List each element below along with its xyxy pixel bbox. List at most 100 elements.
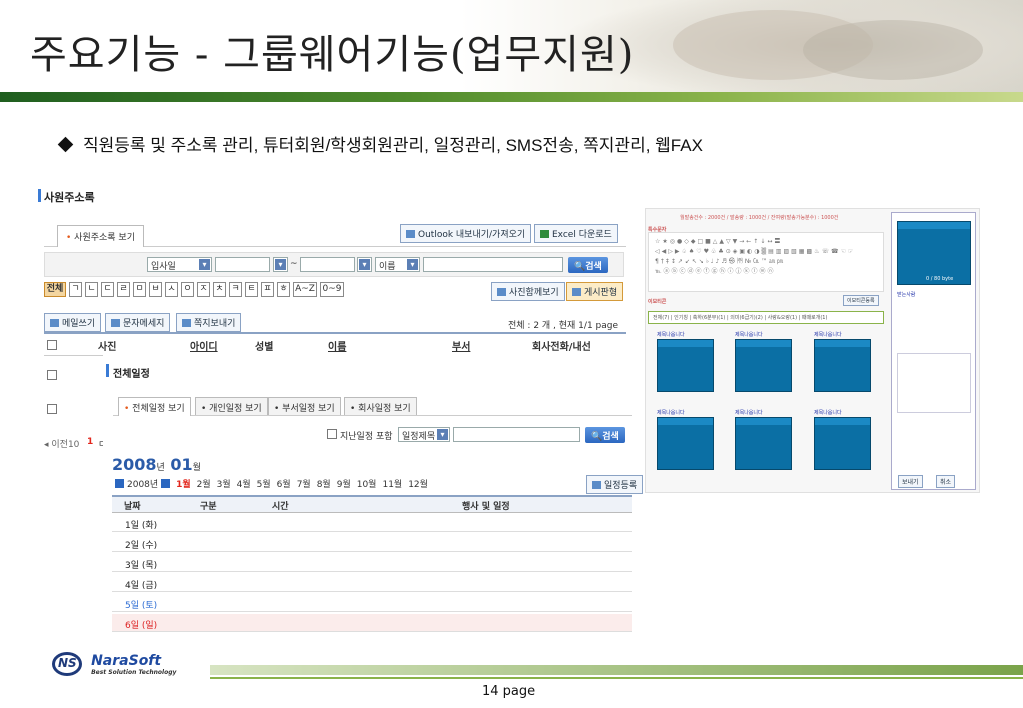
search-input[interactable] <box>423 257 563 272</box>
logo-tagline: Best Solution Technology <box>91 668 177 676</box>
schedule-row[interactable]: 3일 (목) <box>112 554 632 572</box>
bullet-text: 직원등록 및 주소록 관리, 튜터회원/학생회원관리, 일정관리, SMS전송,… <box>83 136 703 155</box>
register-schedule-button[interactable]: 일정등록 <box>586 475 644 494</box>
row-checkbox[interactable] <box>47 404 57 414</box>
month-link[interactable]: 1월 <box>176 480 191 490</box>
schedule-row[interactable]: 6일 (일) <box>112 614 632 632</box>
footer-underline <box>210 677 1023 679</box>
month-link[interactable]: 7월 <box>297 480 311 490</box>
schedule-search-button[interactable]: 🔍검색 <box>585 427 625 443</box>
send-button[interactable]: 보내기 <box>898 475 923 488</box>
col-id[interactable]: 아이디 <box>190 338 218 353</box>
month-link[interactable]: 3월 <box>217 480 231 490</box>
prev-year-icon[interactable] <box>115 479 124 488</box>
consonant-button[interactable]: ㅅ <box>165 282 178 297</box>
month-link[interactable]: 6월 <box>277 480 291 490</box>
consonant-button[interactable]: ㅎ <box>277 282 290 297</box>
schedule-row[interactable]: 2일 (수) <box>112 534 632 552</box>
consonant-button[interactable]: 전체 <box>44 282 66 297</box>
recipient-list[interactable] <box>897 353 971 413</box>
consonant-button[interactable]: ㄷ <box>101 282 114 297</box>
special-char-grid[interactable]: ☆★◎●◇◆□■△▲▽▼→←↑↓↔〓◁◀▷▶♤♠♡♥♧♣⊙◈▣◐◑▒▤▥▨▧▦▩… <box>648 232 884 292</box>
emoticon-register-button[interactable]: 이모티콘등록 <box>843 295 879 306</box>
consonant-button[interactable]: ㅈ <box>197 282 210 297</box>
consonant-button[interactable]: ㅍ <box>261 282 274 297</box>
end-date-picker[interactable] <box>357 257 372 272</box>
tab-dept-schedule[interactable]: • 부서일정 보기 <box>268 397 341 415</box>
message-preview[interactable] <box>814 417 871 470</box>
schedule-row[interactable]: 4일 (금) <box>112 574 632 592</box>
col-gender: 성별 <box>255 342 274 353</box>
send-note-button[interactable]: 쪽지보내기 <box>176 313 242 332</box>
consonant-button[interactable]: ㄹ <box>117 282 130 297</box>
select-all-checkbox[interactable] <box>47 340 57 350</box>
col-event: 행사 및 일정 <box>462 502 510 512</box>
photo-view-button[interactable]: 사진함께보기 <box>491 282 565 301</box>
schedule-date: 1일 (화) <box>125 521 158 531</box>
col-dept[interactable]: 부서 <box>452 338 470 353</box>
consonant-button[interactable]: ㄱ <box>69 282 82 297</box>
month-link[interactable]: 4월 <box>237 480 251 490</box>
month-link[interactable]: 5월 <box>257 480 271 490</box>
consonant-button[interactable]: ㅇ <box>181 282 194 297</box>
emoticon-label: 이모티콘 <box>648 299 667 305</box>
date-type-select[interactable]: 입사일 <box>147 257 212 272</box>
tab-personal-schedule[interactable]: • 개인일정 보기 <box>195 397 268 415</box>
schedule-row[interactable]: 5일 (토) <box>112 594 632 612</box>
past-schedule-checkbox[interactable] <box>327 429 337 439</box>
month-link[interactable]: 9월 <box>337 480 351 490</box>
consonant-button[interactable]: 0~9 <box>320 282 344 297</box>
board-view-button[interactable]: 게시판형 <box>566 282 624 301</box>
message-preview[interactable] <box>735 339 792 392</box>
search-field-select[interactable]: 이름 <box>375 257 420 272</box>
message-title: 제목나옵니다 <box>814 332 842 338</box>
tilde-label: ~ <box>290 259 298 269</box>
excel-download-button[interactable]: Excel 다운로드 <box>534 224 618 243</box>
message-title: 제목나옵니다 <box>814 410 842 416</box>
cancel-button[interactable]: 취소 <box>936 475 956 488</box>
narasoft-logo: NaraSoftBest Solution Technology <box>52 652 176 676</box>
consonant-button[interactable]: ㅁ <box>133 282 146 297</box>
schedule-row[interactable]: 1일 (화) <box>112 514 632 532</box>
consonant-button[interactable]: ㅊ <box>213 282 226 297</box>
start-date-input[interactable] <box>215 257 270 272</box>
next-year-icon[interactable] <box>161 479 171 488</box>
consonant-button[interactable]: ㄴ <box>85 282 98 297</box>
tab-address-book[interactable]: • 사원주소록 보기 <box>57 225 144 247</box>
schedule-filter-select[interactable]: 일정제목 <box>398 427 450 442</box>
emoticon-categories[interactable]: 전체(7) | 인기칭 | 축하(6분부)(1) | 의미(6급기)(2) | … <box>648 311 884 324</box>
month-link[interactable]: 10월 <box>357 480 377 490</box>
row-checkbox[interactable] <box>47 370 57 380</box>
tab-company-schedule[interactable]: • 회사일정 보기 <box>344 397 417 415</box>
sms-button[interactable]: 문자메세지 <box>105 313 171 332</box>
consonant-button[interactable]: ㅋ <box>229 282 242 297</box>
outlook-export-button[interactable]: Outlook 내보내기/가져오기 <box>400 224 532 243</box>
tab-all-schedule[interactable]: • 전체일정 보기 <box>118 397 191 416</box>
search-button[interactable]: 🔍검색 <box>568 257 608 273</box>
message-preview[interactable] <box>814 339 871 392</box>
month-link[interactable]: 12월 <box>408 480 428 490</box>
page-number[interactable]: 1 <box>87 437 93 447</box>
month-link[interactable]: 2월 <box>197 480 211 490</box>
start-date-picker[interactable] <box>273 257 288 272</box>
schedule-search-input[interactable] <box>453 427 580 442</box>
write-mail-button[interactable]: 메일쓰기 <box>44 313 102 332</box>
message-preview[interactable] <box>657 417 714 470</box>
prev-page-link[interactable]: ◂ 이전10 <box>44 437 79 450</box>
month-link[interactable]: 8월 <box>317 480 331 490</box>
message-preview[interactable] <box>657 339 714 392</box>
message-preview[interactable] <box>735 417 792 470</box>
schedule-table-header: 날짜 구분 시간 행사 및 일정 <box>112 495 632 513</box>
schedule-date: 6일 (일) <box>125 621 158 631</box>
message-title: 제목나옵니다 <box>735 410 763 416</box>
feature-bullet: 직원등록 및 주소록 관리, 튜터회원/학생회원관리, 일정관리, SMS전송,… <box>57 131 703 156</box>
col-name[interactable]: 이름 <box>328 338 346 353</box>
month-link[interactable]: 11월 <box>382 480 402 490</box>
end-date-input[interactable] <box>300 257 355 272</box>
col-date: 날짜 <box>124 502 141 512</box>
consonant-button[interactable]: ㅂ <box>149 282 162 297</box>
table-top-line <box>44 332 626 334</box>
consonant-button[interactable]: A~Z <box>293 282 317 297</box>
byte-counter: 0 / 80 byte <box>926 276 954 282</box>
consonant-button[interactable]: ㅌ <box>245 282 258 297</box>
